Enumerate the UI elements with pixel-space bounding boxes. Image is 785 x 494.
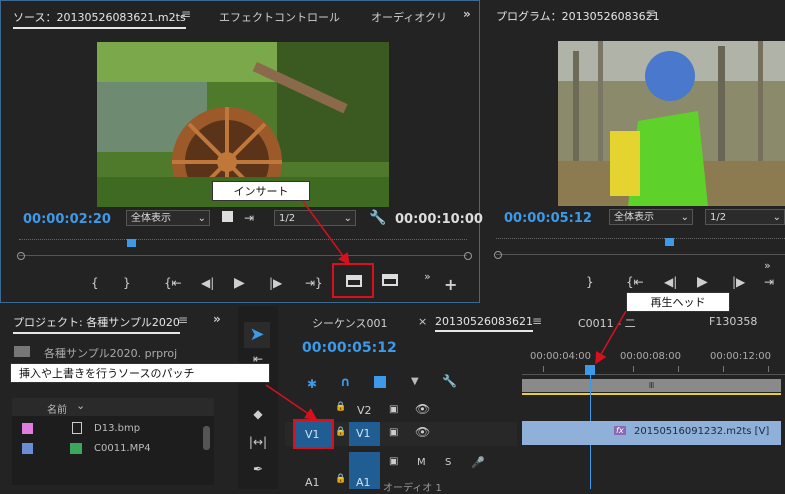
callout-source-patch: 挿入や上書きを行うソースのパッチ	[10, 363, 270, 383]
annotation-arrows	[265, 199, 627, 420]
callout-playhead: 再生ヘッド	[626, 292, 730, 312]
callout-insert: インサート	[212, 181, 310, 201]
